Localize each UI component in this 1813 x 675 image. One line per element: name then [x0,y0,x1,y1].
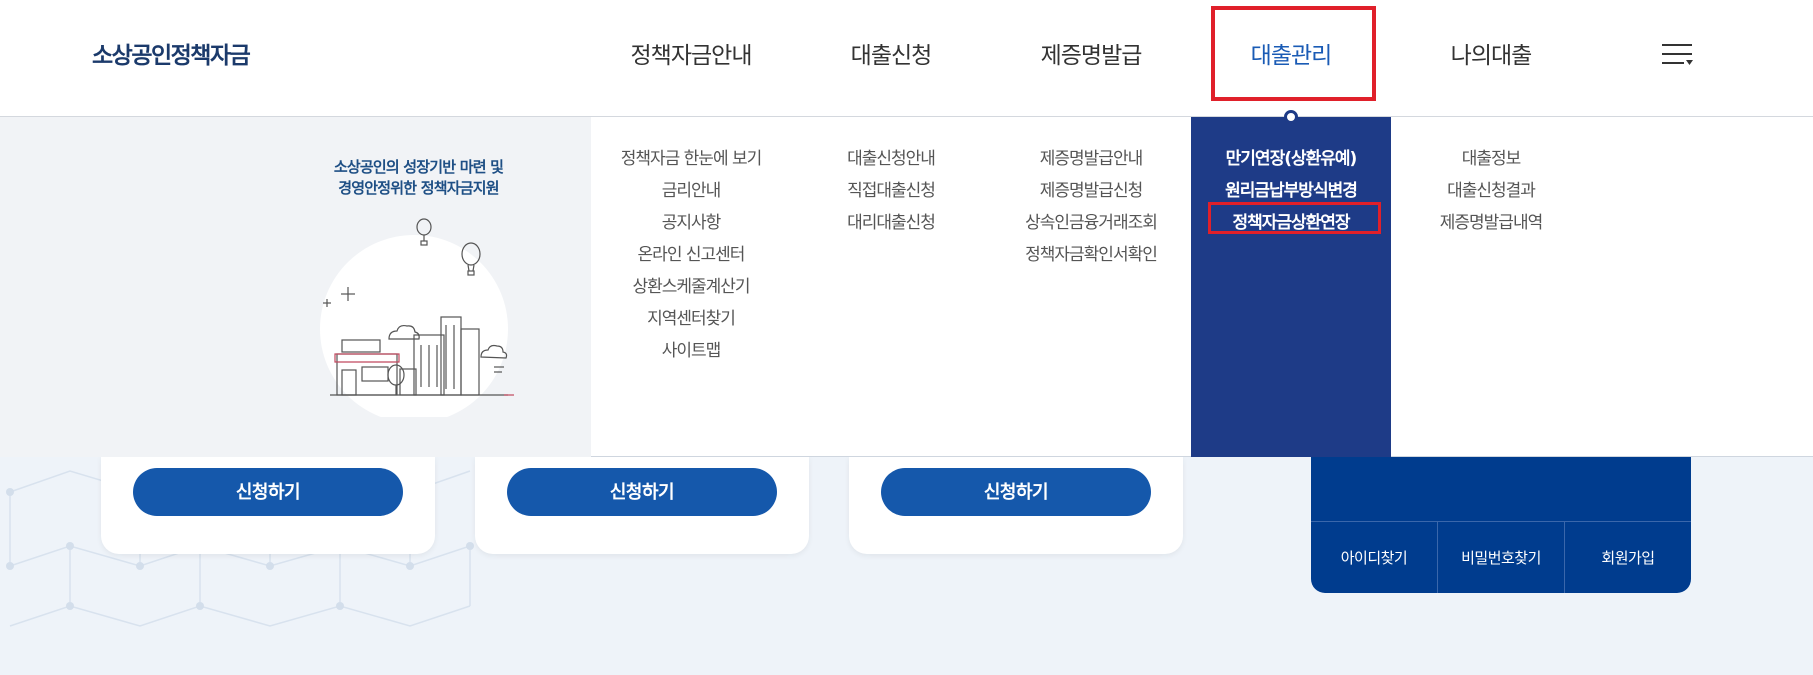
find-id-link[interactable]: 아이디찾기 [1311,522,1438,593]
submenu-link[interactable]: 상환스케줄계산기 [591,271,791,303]
login-panel: 아이디찾기 비밀번호찾기 회원가입 [1311,456,1691,593]
submenu-link[interactable]: 금리안내 [591,175,791,207]
submenu-link[interactable]: 제증명발급신청 [991,175,1191,207]
dropdown-intro-panel: 소상공인의 성장기반 마련 및 경영안정위한 정책자금지원 [0,117,591,457]
product-card-1: 신청하기 [101,456,435,554]
apply-button-1[interactable]: 신청하기 [133,468,403,516]
submenu-certificate-issue: 제증명발급안내 제증명발급신청 상속인금융거래조회 정책자금확인서확인 [991,143,1191,271]
find-password-link[interactable]: 비밀번호찾기 [1438,522,1565,593]
apply-button-2[interactable]: 신청하기 [507,468,777,516]
submenu-link[interactable]: 대리대출신청 [791,207,991,239]
submenu-link[interactable]: 대출신청결과 [1391,175,1591,207]
hamburger-menu-icon[interactable] [1662,42,1693,66]
submenu-link[interactable]: 제증명발급안내 [991,143,1191,175]
gnb-loan-application[interactable]: 대출신청 [851,36,933,70]
submenu-link[interactable]: 직접대출신청 [791,175,991,207]
submenu-link[interactable]: 사이트맵 [591,335,791,367]
active-indicator-dot [1284,110,1298,124]
submenu-link[interactable]: 정책자금확인서확인 [991,239,1191,271]
submenu-link[interactable]: 정책자금 한눈에 보기 [591,143,791,175]
submenu-link-maturity-extension[interactable]: 만기연장(상환유예) [1191,143,1391,175]
login-links: 아이디찾기 비밀번호찾기 회원가입 [1311,521,1691,593]
product-card-3: 신청하기 [849,456,1183,554]
gnb-policy-fund-guide[interactable]: 정책자금안내 [631,36,753,70]
submenu-highlight-box [1208,202,1381,234]
submenu-link[interactable]: 제증명발급내역 [1391,207,1591,239]
site-header: 소상공인정책자금 정책자금안내 대출신청 제증명발급 대출관리 나의대출 [0,0,1813,117]
signup-link[interactable]: 회원가입 [1565,522,1691,593]
submenu-link[interactable]: 공지사항 [591,207,791,239]
city-illustration [320,218,514,417]
submenu-link[interactable]: 온라인 신고센터 [591,239,791,271]
slogan-line-1: 소상공인의 성장기반 마련 및 [333,158,504,176]
active-menu-highlight [1211,6,1376,101]
site-logo[interactable]: 소상공인정책자금 [92,36,251,70]
submenu-link[interactable]: 대출정보 [1391,143,1591,175]
submenu-link[interactable]: 상속인금융거래조회 [991,207,1191,239]
gnb-my-loan[interactable]: 나의대출 [1451,36,1533,70]
mega-dropdown: 소상공인의 성장기반 마련 및 경영안정위한 정책자금지원 정책자금 한눈에 보… [0,110,1813,457]
apply-button-3[interactable]: 신청하기 [881,468,1151,516]
slogan-line-2: 경영안정위한 정책자금지원 [338,179,499,197]
submenu-link[interactable]: 지역센터찾기 [591,303,791,335]
submenu-loan-application: 대출신청안내 직접대출신청 대리대출신청 [791,143,991,239]
product-card-2: 신청하기 [475,456,809,554]
submenu-link[interactable]: 대출신청안내 [791,143,991,175]
gnb-certificate-issue[interactable]: 제증명발급 [1041,36,1143,70]
submenu-policy-fund-guide: 정책자금 한눈에 보기 금리안내 공지사항 온라인 신고센터 상환스케줄계산기 … [591,143,791,367]
slogan-text: 소상공인의 성장기반 마련 및 경영안정위한 정책자금지원 [316,157,521,199]
submenu-my-loan: 대출정보 대출신청결과 제증명발급내역 [1391,143,1591,239]
